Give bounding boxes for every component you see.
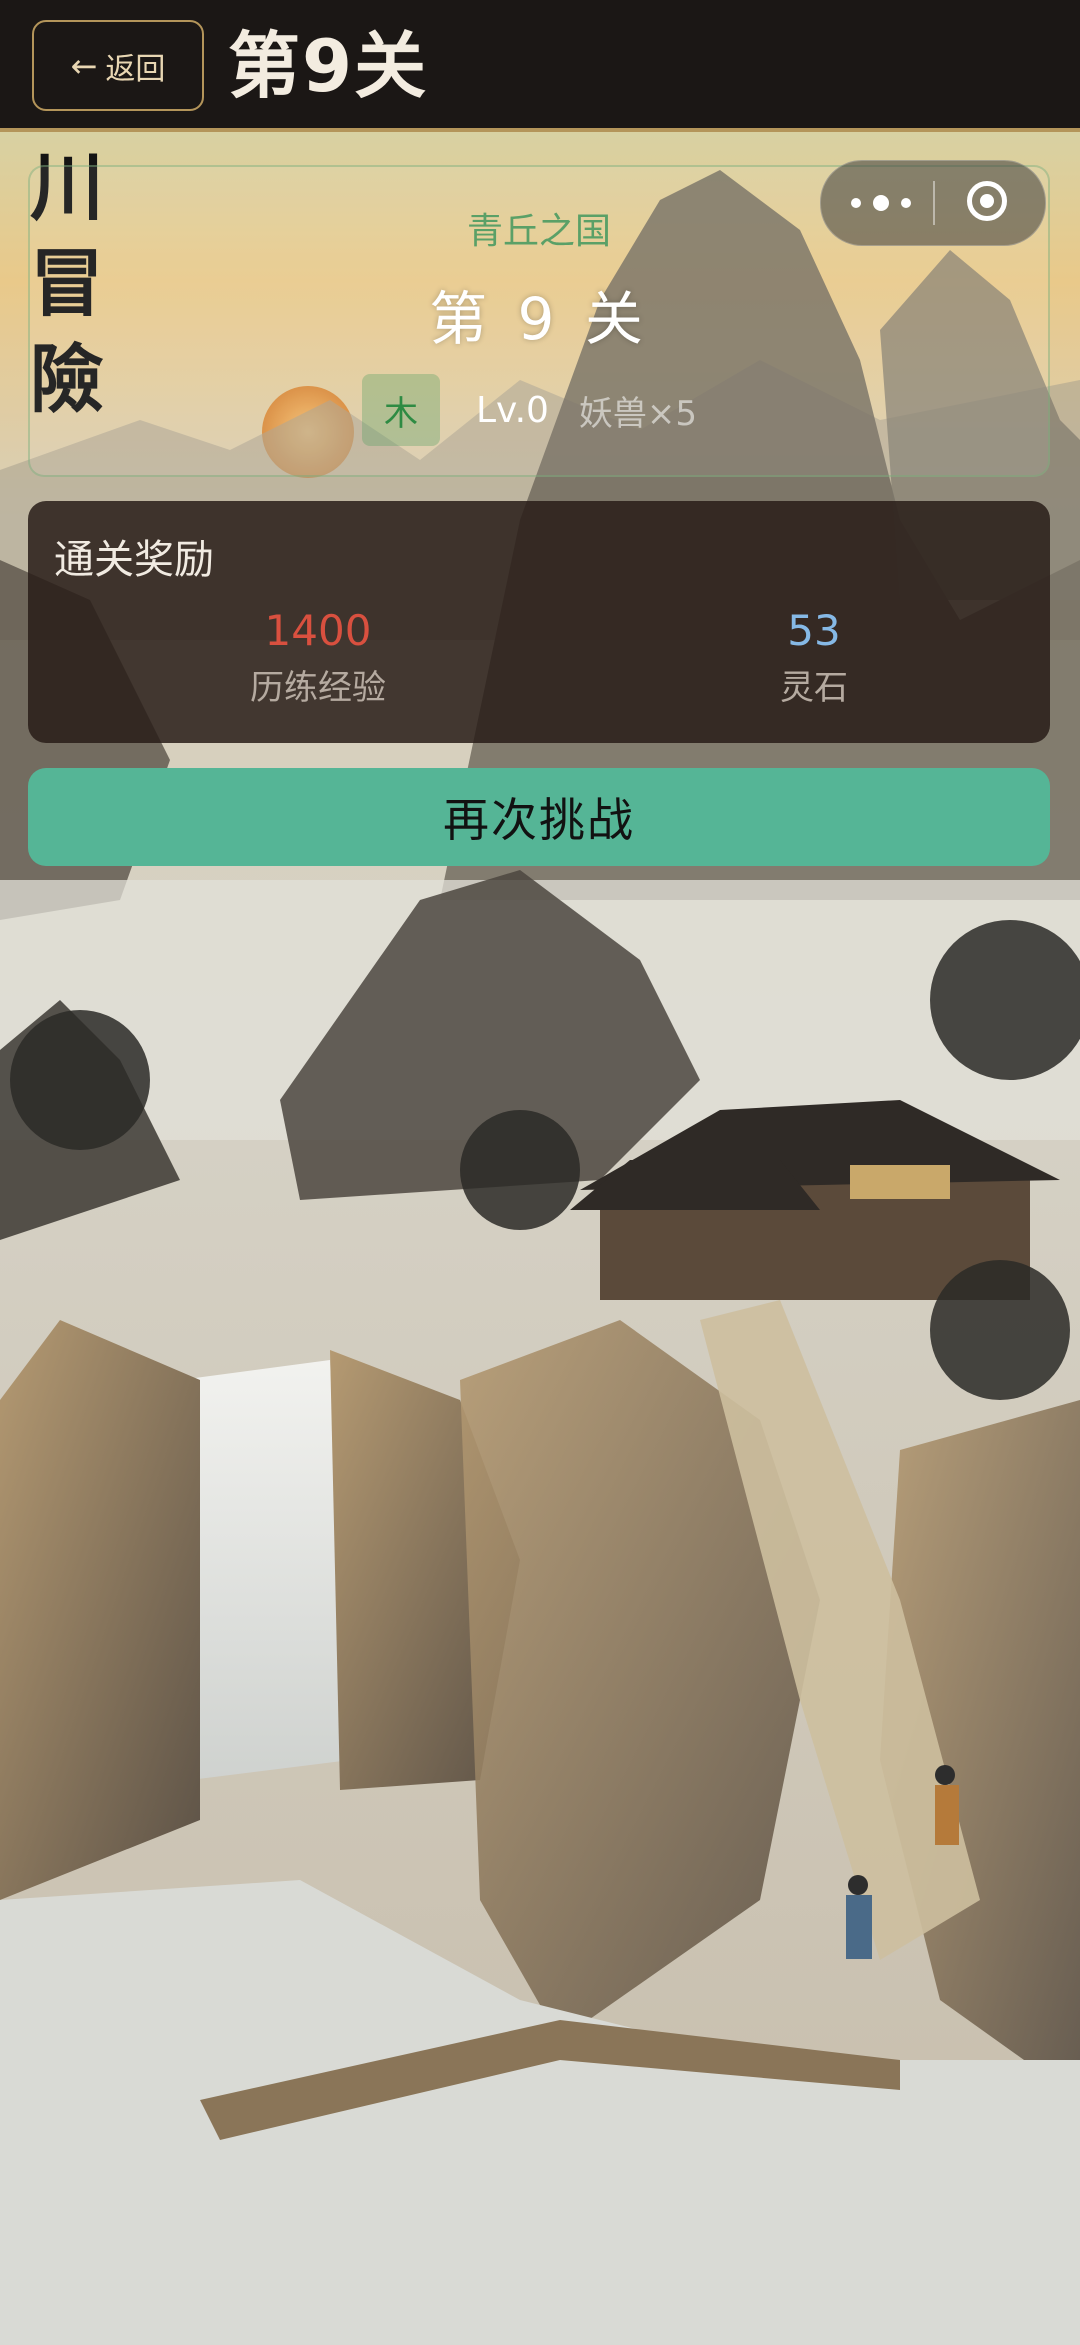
reward-card: 通关奖励 1400 历练经验 53 灵石 [28,501,1050,743]
reward-title: 通关奖励 [54,537,214,583]
level-text: Lv.0 [476,389,549,431]
reward-exp-label: 历练经验 [250,668,386,708]
top-bar: ← 返回 第9关 [0,0,1080,132]
level-tags: 木 Lv.0 妖兽×5 [362,374,697,446]
element-badge: 木 [362,374,440,446]
more-icon[interactable] [851,181,911,225]
level-title: 第 9 关 [429,285,649,353]
mini-program-capsule [820,160,1046,246]
reward-stone-label: 灵石 [780,668,848,708]
capsule-divider [933,181,935,225]
reward-exp: 1400 历练经验 [168,605,468,713]
retry-button[interactable]: 再次挑战 [28,768,1050,866]
back-button-label: 返回 [105,51,166,87]
page-title: 第9关 [228,24,429,108]
close-miniprogram-icon[interactable] [967,181,1007,221]
enemy-count-text: 妖兽×5 [578,393,698,434]
reward-stone: 53 灵石 [664,605,964,713]
back-arrow-icon: ← [70,46,98,85]
reward-stone-value: 53 [787,606,841,655]
reward-exp-value: 1400 [264,606,372,655]
back-button[interactable]: ← 返回 [32,20,204,111]
